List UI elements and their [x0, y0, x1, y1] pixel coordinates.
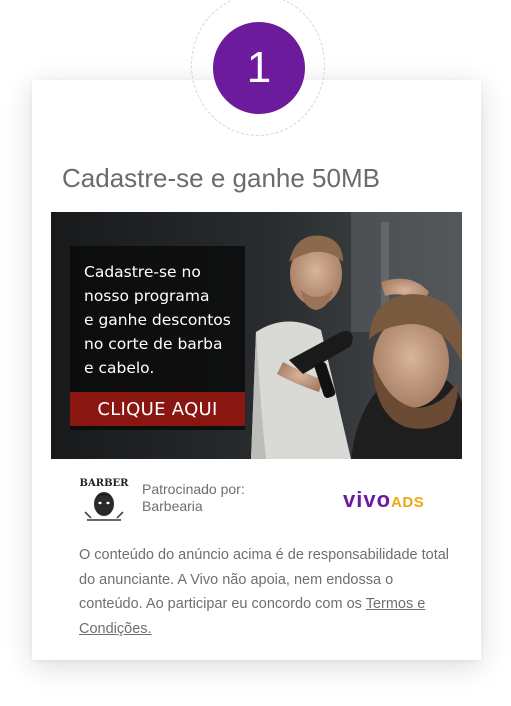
- cta-button[interactable]: CLIQUE AQUI: [70, 392, 245, 426]
- vivo-logo-word: vivo: [343, 487, 392, 512]
- ad-text-panel: Cadastre-se no nosso programa e ganhe de…: [70, 246, 245, 430]
- barber-logo-icon: BARBER: [80, 478, 129, 521]
- sponsor-text: Patrocinado por: Barbearia: [142, 481, 245, 515]
- sponsor-label: Patrocinado por:: [142, 481, 245, 497]
- step-number: 1: [246, 43, 272, 92]
- disclaimer: O conteúdo do anúncio acima é de respons…: [79, 543, 449, 641]
- ad-copy: Cadastre-se no nosso programa e ganhe de…: [84, 263, 231, 377]
- page: 1 Cadastre-se e ganhe 50MB Cadastre-se n…: [0, 0, 511, 706]
- vivo-ads-logo: vivoADS: [343, 487, 424, 513]
- step-number-badge: 1: [213, 22, 305, 114]
- card-title: Cadastre-se e ganhe 50MB: [62, 163, 380, 193]
- sponsor-row: BARBER Patrocinado por: Barbearia vivoAD…: [79, 476, 439, 524]
- ad-banner[interactable]: Cadastre-se no nosso programa e ganhe de…: [51, 212, 462, 459]
- sponsor-name: Barbearia: [142, 498, 203, 514]
- ads-logo-word: ADS: [391, 494, 425, 511]
- svg-text:BARBER: BARBER: [80, 478, 129, 489]
